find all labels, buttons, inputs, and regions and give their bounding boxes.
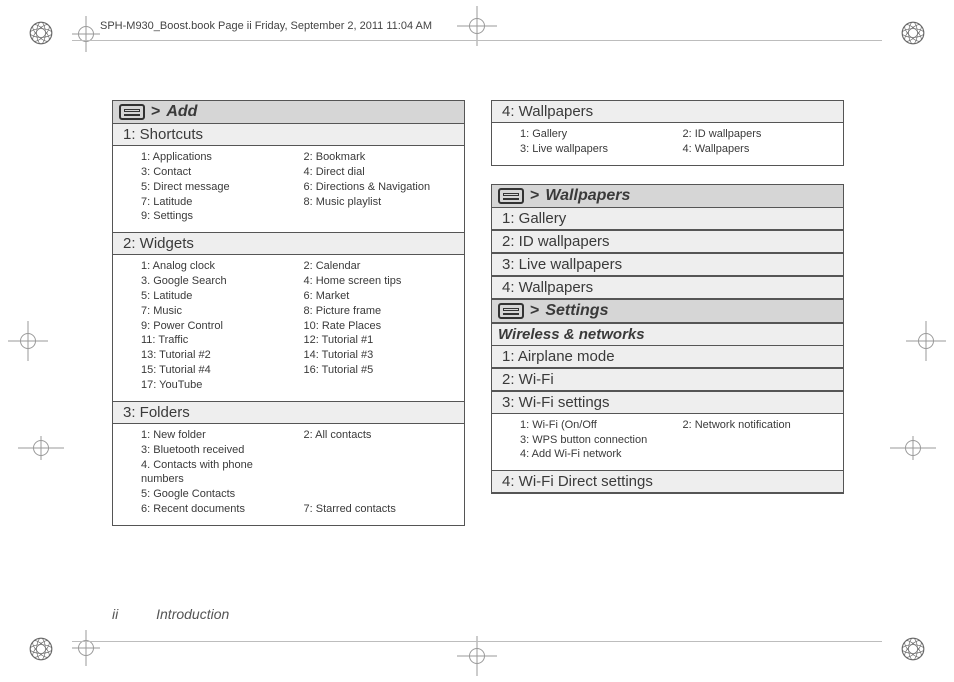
list-item: 5: Latitude (141, 289, 294, 304)
list-item: 4: Home screen tips (304, 274, 457, 289)
list-item: 6: Market (304, 289, 457, 304)
list-item (304, 443, 457, 458)
heading-label: Add (166, 103, 197, 121)
list-item (304, 458, 457, 488)
globe-ornament-icon (28, 636, 54, 662)
menu-key-icon (119, 104, 145, 120)
list-item: 3: WPS button connection (520, 433, 673, 448)
heading-label: Settings (545, 302, 608, 320)
subheading: 4: Wi-Fi Direct settings (492, 470, 843, 493)
list-item (304, 209, 457, 224)
list-item: 6: Directions & Navigation (304, 180, 457, 195)
list-item: 9: Power Control (141, 319, 294, 334)
heading-wallpapers: > Wallpapers (492, 185, 843, 208)
list-item: 2: Bookmark (304, 150, 457, 165)
registration-mark-icon (8, 321, 48, 361)
category-heading: Wireless & networks (492, 323, 843, 346)
list-item: 5: Direct message (141, 180, 294, 195)
subheading: 2: Widgets (113, 232, 464, 255)
registration-mark-icon (72, 16, 100, 52)
page-footer: ii Introduction (112, 606, 229, 622)
item-list: 1: New folder 2: All contacts 3: Bluetooth… (113, 424, 464, 525)
list-item: 3: Bluetooth received (141, 443, 294, 458)
list-item: 6: Recent documents (141, 502, 294, 517)
list-item: 16: Tutorial #5 (304, 363, 457, 378)
list-item: 1: Analog clock (141, 259, 294, 274)
heading-settings: > Settings (492, 299, 843, 323)
crop-line (72, 40, 882, 41)
list-item: 4. Contacts with phone numbers (141, 458, 294, 488)
list-item: 14: Tutorial #3 (304, 348, 457, 363)
item-list: 1: Gallery 2: ID wallpapers 3: Live wallpa… (492, 123, 843, 165)
subheading: 1: Shortcuts (113, 124, 464, 146)
section-name: Introduction (156, 606, 229, 622)
list-item: 2: ID wallpapers (683, 127, 836, 142)
wallpapers-top-box: 4: Wallpapers 1: Gallery 2: ID wallpapers… (491, 100, 844, 166)
heading-label: Wallpapers (545, 187, 630, 205)
list-item: 7: Starred contacts (304, 502, 457, 517)
list-item: 4: Add Wi-Fi network (520, 447, 673, 462)
list-item: 10: Rate Places (304, 319, 457, 334)
menu-key-icon (498, 303, 524, 319)
list-item: 2: Network notification (683, 418, 836, 433)
item-list: 1: Wi-Fi (On/Off 2: Network notification 3… (492, 414, 843, 471)
subheading: 3: Folders (113, 401, 464, 424)
add-box: > Add 1: Shortcuts 1: Applications 2: Boo… (112, 100, 465, 526)
list-item: 2: All contacts (304, 428, 457, 443)
list-item: 3: Live wallpapers (520, 142, 673, 157)
page-number: ii (112, 606, 118, 622)
list-item: 13: Tutorial #2 (141, 348, 294, 363)
breadcrumb-separator: > (151, 103, 160, 121)
list-item: 4: Wallpapers (683, 142, 836, 157)
list-item (304, 487, 457, 502)
crop-line (72, 641, 882, 642)
registration-mark-icon (18, 436, 64, 460)
list-item: 7: Music (141, 304, 294, 319)
subheading: 3: Live wallpapers (492, 253, 843, 276)
list-item: 3: Contact (141, 165, 294, 180)
list-item: 5: Google Contacts (141, 487, 294, 502)
list-item (304, 378, 457, 393)
subheading: 2: Wi-Fi (492, 368, 843, 391)
list-item: 1: Wi-Fi (On/Off (520, 418, 673, 433)
list-item: 17: YouTube (141, 378, 294, 393)
breadcrumb-separator: > (530, 187, 539, 205)
breadcrumb-separator: > (530, 302, 539, 320)
list-item: 8: Music playlist (304, 195, 457, 210)
list-item: 15: Tutorial #4 (141, 363, 294, 378)
globe-ornament-icon (900, 636, 926, 662)
list-item: 1: Gallery (520, 127, 673, 142)
wallpapers-settings-box: > Wallpapers 1: Gallery 2: ID wallpapers… (491, 184, 844, 495)
list-item: 8: Picture frame (304, 304, 457, 319)
list-item: 9: Settings (141, 209, 294, 224)
subheading: 4: Wallpapers (492, 276, 843, 299)
globe-ornament-icon (900, 20, 926, 46)
list-item: 3. Google Search (141, 274, 294, 289)
running-head: SPH-M930_Boost.book Page ii Friday, Sept… (100, 20, 432, 32)
list-item: 2: Calendar (304, 259, 457, 274)
list-item (683, 447, 836, 462)
registration-mark-icon (906, 321, 946, 361)
globe-ornament-icon (28, 20, 54, 46)
subheading: 1: Airplane mode (492, 346, 843, 368)
menu-key-icon (498, 188, 524, 204)
item-list: 1: Applications 2: Bookmark 3: Contact 4: D… (113, 146, 464, 232)
list-item (683, 433, 836, 448)
list-item: 1: New folder (141, 428, 294, 443)
list-item: 12: Tutorial #1 (304, 333, 457, 348)
heading-add: > Add (113, 101, 464, 124)
registration-mark-icon (457, 636, 497, 676)
item-list: 1: Analog clock 2: Calendar 3. Google Se… (113, 255, 464, 401)
list-item: 11: Traffic (141, 333, 294, 348)
registration-mark-icon (72, 630, 100, 666)
registration-mark-icon (890, 436, 936, 460)
subheading: 3: Wi-Fi settings (492, 391, 843, 414)
list-item: 4: Direct dial (304, 165, 457, 180)
list-item: 7: Latitude (141, 195, 294, 210)
list-item: 1: Applications (141, 150, 294, 165)
subheading: 4: Wallpapers (492, 101, 843, 123)
subheading: 1: Gallery (492, 208, 843, 230)
subheading: 2: ID wallpapers (492, 230, 843, 253)
